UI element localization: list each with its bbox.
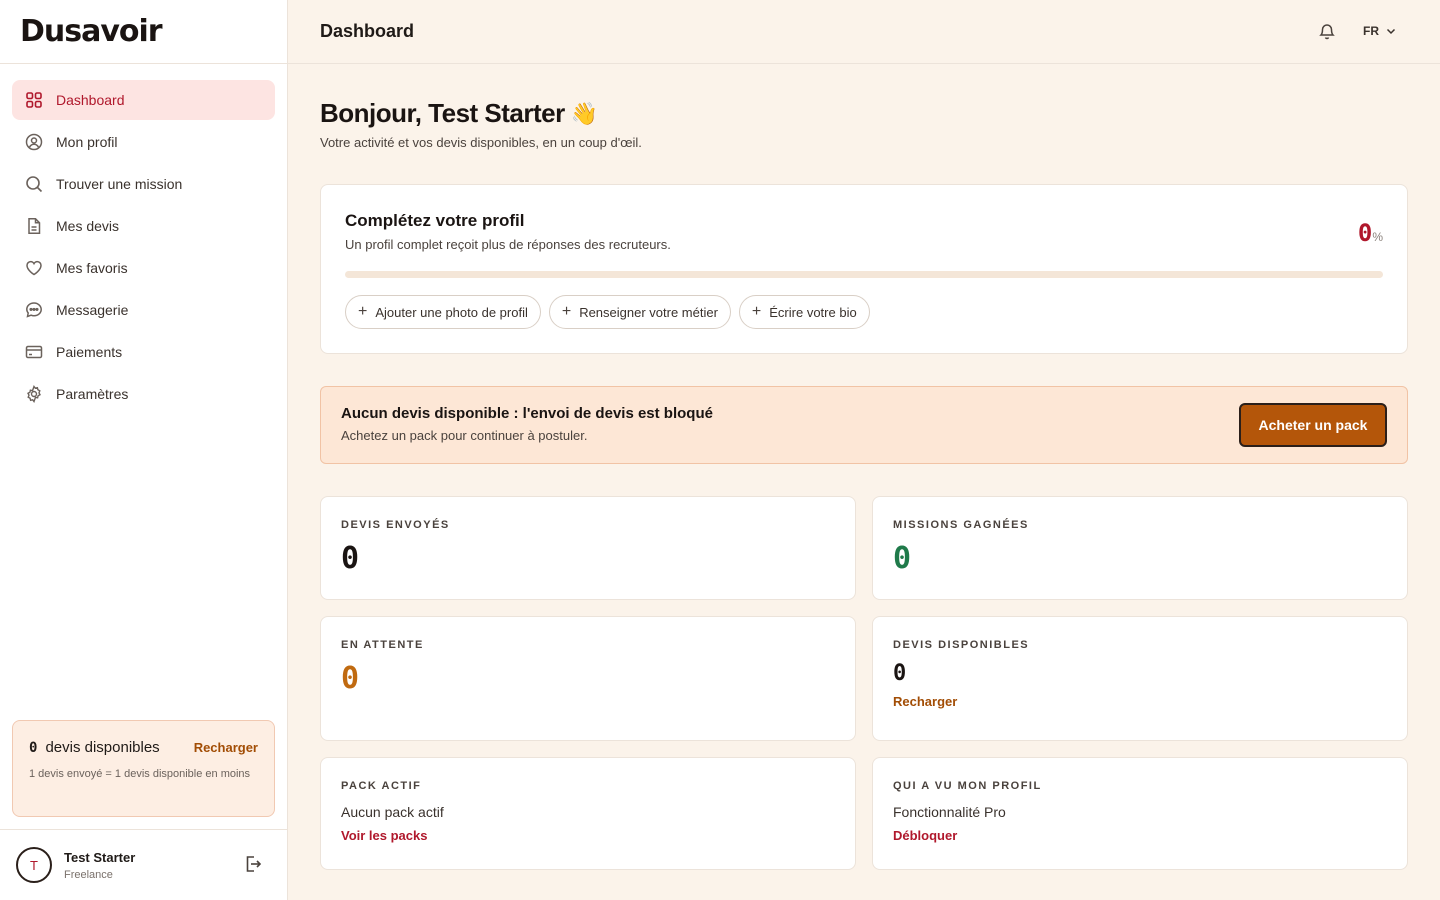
- no-quotes-alert: Aucun devis disponible : l'envoi de devi…: [320, 386, 1408, 464]
- stat-value: 0: [893, 661, 907, 686]
- heart-icon: [24, 258, 44, 278]
- add-photo-chip[interactable]: + Ajouter une photo de profil: [345, 295, 541, 329]
- sidebar-item-label: Dashboard: [56, 92, 125, 108]
- stat-label: DEVIS ENVOYÉS: [341, 519, 450, 531]
- sidebar-item-settings[interactable]: Paramètres: [12, 374, 275, 414]
- stat-label: DEVIS DISPONIBLES: [893, 639, 1030, 651]
- plus-icon: +: [561, 303, 572, 320]
- stat-card-sent: DEVIS ENVOYÉS 0: [320, 496, 856, 600]
- set-job-chip[interactable]: + Renseigner votre métier: [548, 295, 731, 329]
- stat-text: Aucun pack actif: [341, 804, 444, 820]
- sidebar-item-label: Messagerie: [56, 302, 129, 318]
- sidebar-item-quotes[interactable]: Mes devis: [12, 206, 275, 246]
- user-circle-icon: [24, 132, 44, 152]
- sidebar-item-label: Paiements: [56, 344, 123, 360]
- profile-action-chips: + Ajouter une photo de profil + Renseign…: [345, 295, 878, 329]
- stat-label: PACK ACTIF: [341, 780, 422, 792]
- sidebar-item-messages[interactable]: Messagerie: [12, 290, 275, 330]
- stat-value: 0: [341, 661, 360, 696]
- bell-icon[interactable]: [1318, 22, 1338, 42]
- gear-icon: [24, 384, 44, 404]
- recharge-link[interactable]: Recharger: [893, 694, 1387, 709]
- greeting-text: Bonjour, Test Starter: [320, 98, 565, 128]
- stat-label: QUI A VU MON PROFIL: [893, 780, 1042, 792]
- main-content: Bonjour, Test Starter 👋 Votre activité e…: [320, 64, 1408, 870]
- credit-card-icon: [24, 342, 44, 362]
- page-title: Dashboard: [320, 21, 415, 41]
- chat-icon: [24, 300, 44, 320]
- sidebar-item-find-mission[interactable]: Trouver une mission: [12, 164, 275, 204]
- profile-card-title: Complétez votre profil: [345, 211, 525, 230]
- document-icon: [24, 216, 44, 236]
- profile-card-subtitle: Un profil complet reçoit plus de réponse…: [345, 237, 671, 252]
- profile-percent: 0%: [1358, 219, 1383, 247]
- credits-note: 1 devis envoyé = 1 devis disponible en m…: [29, 768, 251, 780]
- greeting: Bonjour, Test Starter 👋: [320, 98, 1408, 129]
- sidebar: Dusavoir Dashboard Mon profil Trouver un…: [0, 0, 288, 900]
- unlock-link[interactable]: Débloquer: [893, 828, 1387, 843]
- sidebar-item-favorites[interactable]: Mes favoris: [12, 248, 275, 288]
- stat-label: EN ATTENTE: [341, 639, 424, 651]
- grid-icon: [24, 90, 44, 110]
- alert-title: Aucun devis disponible : l'envoi de devi…: [341, 405, 713, 422]
- sidebar-item-dashboard[interactable]: Dashboard: [12, 80, 275, 120]
- stat-card-profile-views: QUI A VU MON PROFIL Fonctionnalité Pro D…: [872, 757, 1408, 870]
- credits-card: 0 devis disponibles Recharger 1 devis en…: [12, 720, 275, 817]
- brand-logo[interactable]: Dusavoir: [0, 0, 287, 64]
- sidebar-item-label: Trouver une mission: [56, 176, 183, 192]
- user-bar: T Test Starter Freelance: [0, 829, 287, 900]
- chip-label: Écrire votre bio: [769, 304, 857, 320]
- view-packs-link[interactable]: Voir les packs: [341, 828, 835, 843]
- write-bio-chip[interactable]: + Écrire votre bio: [738, 295, 870, 329]
- profile-percent-value: 0: [1357, 219, 1373, 247]
- language-label: FR: [1363, 24, 1379, 38]
- sidebar-item-label: Mes favoris: [56, 260, 128, 276]
- profile-progress-bar: [345, 271, 1383, 278]
- credits-count: 0: [29, 739, 38, 756]
- buy-pack-button[interactable]: Acheter un pack: [1239, 403, 1387, 447]
- profile-percent-unit: %: [1372, 230, 1383, 244]
- search-icon: [24, 174, 44, 194]
- user-name: Test Starter: [64, 849, 136, 865]
- plus-icon: +: [751, 303, 762, 320]
- logout-icon[interactable]: [243, 854, 265, 876]
- chevron-down-icon: [1386, 28, 1396, 35]
- stat-value: 0: [341, 541, 360, 576]
- sidebar-item-label: Mon profil: [56, 134, 118, 150]
- avatar[interactable]: T: [16, 847, 52, 883]
- sidebar-item-payments[interactable]: Paiements: [12, 332, 275, 372]
- stat-value: 0: [893, 541, 912, 576]
- plus-icon: +: [358, 303, 368, 320]
- stat-text: Fonctionnalité Pro: [893, 804, 1006, 820]
- profile-completion-card: Complétez votre profil Un profil complet…: [320, 184, 1408, 354]
- wave-emoji-icon: 👋: [570, 100, 598, 126]
- recharge-link[interactable]: Recharger: [194, 740, 258, 755]
- stat-card-pending: EN ATTENTE 0: [320, 616, 856, 741]
- stat-card-won: MISSIONS GAGNÉES 0: [872, 496, 1408, 600]
- sidebar-item-label: Paramètres: [56, 386, 129, 402]
- credits-label: devis disponibles: [45, 739, 160, 756]
- top-header: Dashboard FR: [288, 0, 1440, 64]
- stat-card-pack: PACK ACTIF Aucun pack actif Voir les pac…: [320, 757, 856, 870]
- stat-label: MISSIONS GAGNÉES: [893, 519, 1029, 531]
- language-select[interactable]: FR: [1363, 24, 1397, 38]
- sidebar-nav: Dashboard Mon profil Trouver une mission…: [0, 64, 287, 414]
- stat-card-available: DEVIS DISPONIBLES 0 Recharger: [872, 616, 1408, 741]
- alert-subtitle: Achetez un pack pour continuer à postule…: [341, 428, 588, 443]
- chip-label: Ajouter une photo de profil: [375, 304, 528, 320]
- sidebar-item-label: Mes devis: [56, 218, 120, 234]
- sidebar-item-profile[interactable]: Mon profil: [12, 122, 275, 162]
- greeting-subtitle: Votre activité et vos devis disponibles,…: [320, 135, 642, 150]
- user-role: Freelance: [64, 868, 113, 881]
- chip-label: Renseigner votre métier: [579, 304, 718, 320]
